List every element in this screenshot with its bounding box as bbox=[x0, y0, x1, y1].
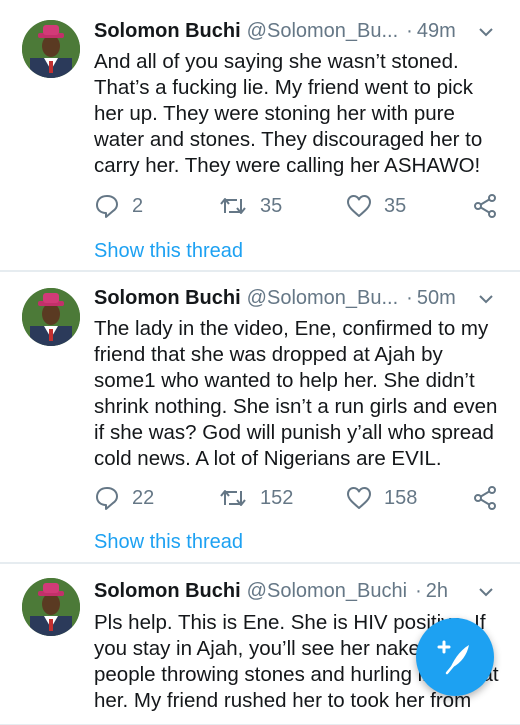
show-thread-link[interactable]: Show this thread bbox=[94, 240, 243, 263]
tweet-text-line: And all of you saying she wasn’t stoned. bbox=[94, 50, 459, 73]
tweet-text-line: some1 who wanted to help her. She didn’t bbox=[94, 369, 475, 392]
author-name[interactable]: Solomon Buchi bbox=[94, 287, 241, 309]
author-handle[interactable]: @Solomon_Buchi bbox=[247, 580, 407, 602]
reply-count: 2 bbox=[132, 194, 144, 217]
tweet-text-line: shrink nothing. She isn’t a run girls an… bbox=[94, 395, 498, 418]
author-name[interactable]: Solomon Buchi bbox=[94, 580, 241, 602]
share-button[interactable] bbox=[472, 191, 510, 221]
avatar[interactable] bbox=[22, 20, 80, 78]
separator: · bbox=[406, 20, 413, 42]
author-handle[interactable]: @Solomon_Bu... bbox=[247, 287, 399, 309]
separator: · bbox=[406, 287, 413, 309]
show-thread-link[interactable]: Show this thread bbox=[94, 531, 243, 554]
like-button[interactable]: 35 bbox=[346, 191, 406, 221]
chevron-down-icon[interactable] bbox=[476, 289, 496, 309]
like-count: 158 bbox=[384, 486, 418, 509]
heart-icon bbox=[347, 195, 371, 217]
timestamp[interactable]: 49m bbox=[417, 20, 456, 42]
chevron-down-icon[interactable] bbox=[476, 22, 496, 42]
tweet-header: Solomon Buchi @Solomon_Buchi · 2h bbox=[94, 580, 500, 610]
tweet-text-line: carry her. They were calling her ASHAWO! bbox=[94, 154, 481, 177]
tweet[interactable]: Solomon Buchi @Solomon_Bu... · 49m And all … bbox=[0, 0, 520, 271]
retweet-button[interactable]: 152 bbox=[218, 483, 293, 513]
compose-tweet-button[interactable] bbox=[416, 618, 494, 696]
like-count: 35 bbox=[384, 194, 407, 217]
tweet-text: And all of you saying she wasn’t stoned.… bbox=[94, 49, 499, 179]
tweet-text-line: friend that she was dropped at Ajah by bbox=[94, 343, 443, 366]
tweet-text-line: if she was? God will punish y’all who sp… bbox=[94, 421, 494, 444]
tweet-header: Solomon Buchi @Solomon_Bu... · 50m bbox=[94, 287, 500, 317]
share-icon bbox=[474, 486, 496, 510]
timestamp[interactable]: 2h bbox=[426, 580, 448, 602]
author-name[interactable]: Solomon Buchi bbox=[94, 20, 241, 42]
reply-icon bbox=[96, 487, 118, 510]
reply-button[interactable]: 2 bbox=[94, 191, 143, 221]
retweet-count: 152 bbox=[260, 486, 294, 509]
reply-count: 22 bbox=[132, 486, 155, 509]
chevron-down-icon[interactable] bbox=[476, 582, 496, 602]
avatar[interactable] bbox=[22, 288, 80, 346]
share-icon bbox=[474, 194, 496, 218]
tweet-actions: 2 35 35 bbox=[94, 191, 500, 221]
retweet-button[interactable]: 35 bbox=[218, 191, 282, 221]
retweet-icon bbox=[220, 490, 246, 506]
tweet-header: Solomon Buchi @Solomon_Bu... · 49m bbox=[94, 20, 500, 50]
share-button[interactable] bbox=[472, 483, 510, 513]
like-button[interactable]: 158 bbox=[346, 483, 417, 513]
tweet-text-line: That’s a fucking lie. My friend went to … bbox=[94, 76, 474, 99]
avatar[interactable] bbox=[22, 578, 80, 636]
retweet-icon bbox=[220, 198, 246, 214]
author-handle[interactable]: @Solomon_Bu... bbox=[247, 20, 399, 42]
heart-icon bbox=[347, 487, 371, 509]
reply-button[interactable]: 22 bbox=[94, 483, 154, 513]
compose-tweet-icon bbox=[437, 640, 469, 675]
tweet-text-line: The lady in the video, Ene, confirmed to… bbox=[94, 317, 489, 340]
tweet-text-line: cold news. A lot of Nigerians are EVIL. bbox=[94, 447, 442, 470]
tweet-text: The lady in the video, Ene, confirmed to… bbox=[94, 316, 499, 472]
reply-icon bbox=[96, 195, 118, 218]
tweet-text-line: water and stones. They discouraged her t… bbox=[94, 128, 483, 151]
separator: · bbox=[415, 580, 422, 602]
timestamp[interactable]: 50m bbox=[417, 287, 456, 309]
tweet-actions: 22 152 158 bbox=[94, 483, 500, 513]
tweet-text-line: her up. They were stoning her with pure bbox=[94, 102, 455, 125]
retweet-count: 35 bbox=[260, 194, 283, 217]
tweet[interactable]: Solomon Buchi @Solomon_Bu... · 50m The lady… bbox=[0, 271, 520, 563]
